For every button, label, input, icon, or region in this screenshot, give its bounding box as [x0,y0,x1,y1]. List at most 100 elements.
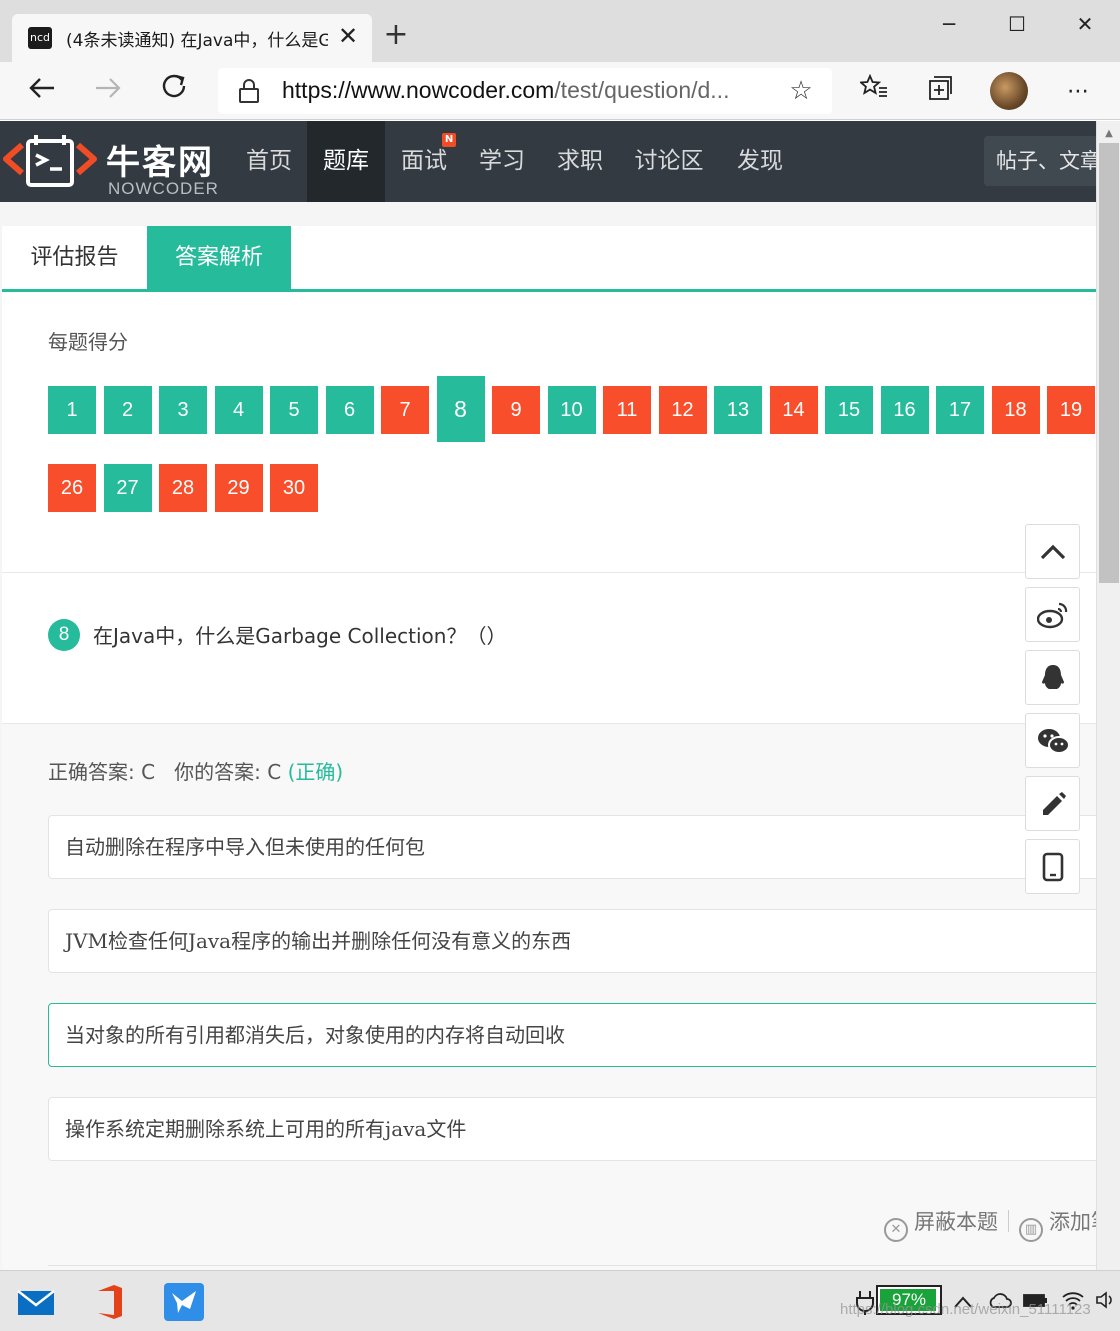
more-menu-icon[interactable]: ⋯ [1058,74,1098,110]
address-toolbar: https://www.nowcoder.com/test/question/d… [0,62,1120,120]
browser-tab-strip: ncd (4条未读通知) 在Java中，什么是Garbage Collectio… [0,0,1120,62]
scroll-thumb[interactable] [1099,143,1119,583]
windows-taskbar: 97% https://blog.csdn.net/weixin_5111112… [0,1270,1120,1331]
url-path: /test/question/d... [554,77,730,103]
score-cell-16[interactable]: 16 [880,386,929,434]
share-qq-button[interactable] [1025,650,1080,705]
nowcoder-logo[interactable]: 牛客网 NOWCODER [0,127,230,198]
correct-answer-label: 正确答案: C [48,760,156,784]
nav-discover[interactable]: 发现 [720,121,800,202]
nav-learn[interactable]: 学习 [464,121,540,202]
close-window-button[interactable]: ✕ [1062,6,1108,42]
mail-app-icon[interactable] [16,1283,56,1321]
option-c: 当对象的所有引用都消失后，对象使用的内存将自动回收 [48,1003,1108,1067]
page-scrollbar[interactable]: ▲ [1096,121,1120,1270]
nav-discuss[interactable]: 讨论区 [620,121,718,202]
score-cell-12[interactable]: 12 [658,386,707,434]
browser-tab[interactable]: ncd (4条未读通知) 在Java中，什么是Garbage Collectio… [12,14,372,62]
score-cell-29[interactable]: 29 [214,464,263,512]
nav-question-bank[interactable]: 题库 [307,121,385,202]
score-cell-17[interactable]: 17 [936,386,984,434]
tab-answer-analysis[interactable]: 答案解析 [147,226,291,289]
score-section-title: 每题得分 [48,330,128,354]
chevron-up-icon [1040,544,1065,559]
question-actions: ✕屏蔽本题▥添加笔记 [884,1206,1120,1242]
weibo-icon [1036,602,1067,628]
your-answer-label: 你的答案: C [174,760,282,784]
back-arrow-icon[interactable] [22,72,62,112]
minimize-button[interactable]: ─ [926,6,972,42]
favorites-list-icon[interactable] [854,73,894,110]
url-field[interactable]: https://www.nowcoder.com/test/question/d… [218,68,832,114]
score-cell-18[interactable]: 18 [991,386,1040,434]
mobile-view-button[interactable] [1025,839,1080,894]
score-cell-10[interactable]: 10 [547,386,596,434]
site-header: 牛客网 NOWCODER 首页 题库 面试 学习 求职 讨论区 发现 帖子、文章 [0,121,1114,202]
lock-icon[interactable] [238,78,260,104]
note-book-icon: ▥ [1019,1218,1043,1242]
answer-summary: 正确答案: C 你的答案: C (正确) [48,756,343,785]
tab-close-icon[interactable]: ✕ [334,22,362,50]
bird-app-icon[interactable] [164,1283,204,1321]
option-a: 自动删除在程序中导入但未使用的任何包 [48,815,1108,879]
score-cell-6[interactable]: 6 [325,386,374,434]
report-tabs: 评估报告 答案解析 [2,226,1096,292]
score-cell-15[interactable]: 15 [825,386,873,434]
score-cell-4[interactable]: 4 [214,386,263,434]
speaker-icon[interactable] [1092,1289,1118,1315]
score-cell-28[interactable]: 28 [159,464,207,512]
csdn-watermark: https://blog.csdn.net/weixin_51111123 [840,1301,1091,1318]
score-cell-7[interactable]: 7 [381,386,429,434]
score-cell-13[interactable]: 13 [714,386,762,434]
url-text: https://www.nowcoder.com/test/question/d… [282,77,772,104]
refresh-icon[interactable] [154,72,194,112]
collections-icon[interactable] [920,74,960,110]
pencil-icon [1042,791,1066,815]
score-cell-19[interactable]: 19 [1047,386,1095,434]
profile-avatar[interactable] [990,72,1028,110]
score-cell-27[interactable]: 27 [103,464,152,512]
divider [2,572,1096,573]
nav-home[interactable]: 首页 [232,121,306,202]
score-cell-3[interactable]: 3 [159,386,207,434]
share-wechat-button[interactable] [1025,713,1080,768]
nowcoder-favicon-icon: ncd [28,27,52,49]
score-cell-2[interactable]: 2 [103,386,152,434]
nav-jobs[interactable]: 求职 [542,121,618,202]
share-weibo-button[interactable] [1025,587,1080,642]
scroll-up-arrow-icon[interactable]: ▲ [1097,125,1120,143]
answer-result: (正确) [287,760,344,784]
new-badge: N [442,133,456,147]
url-host: https://www.nowcoder.com [282,77,555,103]
score-cell-26[interactable]: 26 [48,464,96,512]
score-cell-8[interactable]: 8 [436,376,485,442]
write-note-button[interactable] [1025,776,1080,831]
forward-arrow-icon[interactable] [88,72,128,112]
score-cell-14[interactable]: 14 [769,386,818,434]
option-d: 操作系统定期删除系统上可用的所有java文件 [48,1097,1108,1161]
favorite-star-icon[interactable]: ☆ [784,74,818,108]
action-separator [1008,1210,1009,1232]
score-cell-1[interactable]: 1 [48,386,96,434]
option-b: JVM检查任何Java程序的输出并删除任何没有意义的东西 [48,909,1108,973]
bottom-divider [48,1265,1096,1266]
block-question-button[interactable]: ✕ 屏蔽本题 [884,1210,998,1242]
calendar-logo-icon [3,135,97,187]
new-tab-button[interactable]: + [380,20,412,52]
back-to-top-button[interactable] [1025,524,1080,579]
office-app-icon[interactable] [90,1283,130,1321]
block-label: 屏蔽本题 [914,1210,998,1234]
tab-title: (4条未读通知) 在Java中，什么是Garbage Collection [66,31,328,51]
score-cell-5[interactable]: 5 [270,386,318,434]
question-number-badge: 8 [48,619,80,651]
block-icon: ✕ [884,1218,908,1242]
tab-report[interactable]: 评估报告 [2,226,147,289]
site-search-input[interactable]: 帖子、文章 [984,136,1114,186]
maximize-button[interactable]: ☐ [994,6,1040,42]
score-cell-30[interactable]: 30 [270,464,318,512]
qq-penguin-icon [1041,664,1064,689]
logo-text: 牛客网 [106,143,214,183]
score-cell-9[interactable]: 9 [492,386,540,434]
logo-subtext: NOWCODER [108,179,219,198]
score-cell-11[interactable]: 11 [603,386,651,434]
